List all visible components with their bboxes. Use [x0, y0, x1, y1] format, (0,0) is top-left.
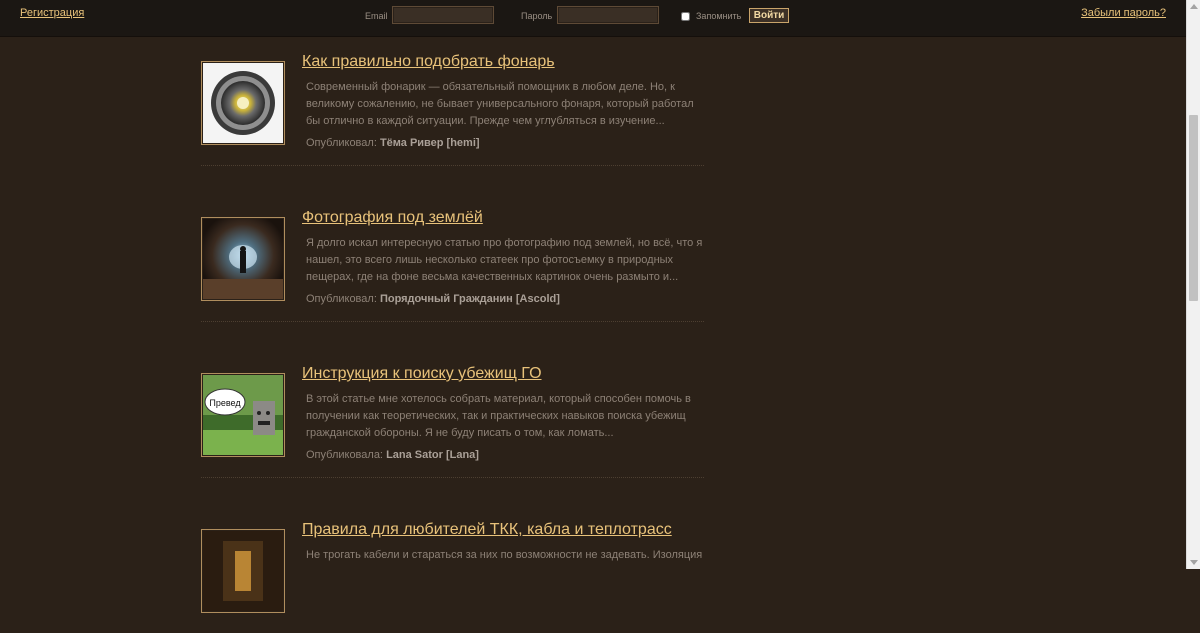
speech-bubble-text: Превед: [209, 398, 241, 408]
article-title-link[interactable]: Правила для любителей ТКК, кабла и тепло…: [302, 521, 672, 539]
article-excerpt: Я долго искал интересную статью про фото…: [306, 237, 703, 283]
login-button[interactable]: Войти: [749, 8, 789, 23]
article-title-link[interactable]: Инструкция к поиску убежищ ГО: [302, 365, 542, 383]
article-meta: Опубликовал: Тёма Ривер [hemi]: [306, 137, 480, 149]
article-item: Превед Инструкция к поиску убежищ ГО В э…: [201, 365, 704, 478]
author-name: Lana Sator [Lana]: [386, 449, 479, 461]
flashlight-icon[interactable]: [201, 61, 285, 145]
author-name: Порядочный Гражданин [Ascold]: [379, 293, 560, 305]
author-label: Опубликовала:: [306, 449, 383, 461]
author-label: Опубликовал:: [306, 293, 377, 305]
article-excerpt: Современный фонарик — обязательный помощ…: [306, 81, 694, 127]
remember-label: Запомнить: [696, 11, 742, 21]
scroll-down-arrow-icon[interactable]: [1190, 560, 1198, 565]
email-input[interactable]: [392, 6, 494, 24]
article-item: Фотография под землёй Я долго искал инте…: [201, 209, 704, 322]
preved-bear-icon[interactable]: Превед: [201, 373, 285, 457]
tunnel-photo-icon[interactable]: [201, 217, 285, 301]
scroll-up-arrow-icon[interactable]: [1190, 4, 1198, 9]
email-label: Email: [365, 11, 388, 21]
author-name: Тёма Ривер [hemi]: [379, 137, 480, 149]
remember-checkbox[interactable]: [681, 12, 690, 21]
article-meta: Опубликовала: Lana Sator [Lana]: [306, 449, 479, 461]
article-excerpt: В этой статье мне хотелось собрать матер…: [306, 393, 691, 439]
article-excerpt: Не трогать кабели и стараться за них по …: [306, 549, 703, 561]
forgot-password-link[interactable]: Забыли пароль?: [1081, 7, 1166, 19]
password-label: Пароль: [521, 11, 553, 21]
article-item: Как правильно подобрать фонарь Современн…: [201, 53, 704, 166]
article-meta: Опубликовал: Порядочный Гражданин [Ascol…: [306, 293, 560, 305]
register-link[interactable]: Регистрация: [20, 7, 84, 19]
author-label: Опубликовал:: [306, 137, 377, 149]
top-login-bar: Регистрация Email Пароль Запомнить Войти…: [0, 0, 1186, 37]
article-item: Правила для любителей ТКК, кабла и тепло…: [201, 521, 704, 633]
scrollbar-thumb[interactable]: [1189, 115, 1198, 301]
corridor-photo-icon[interactable]: [201, 529, 285, 613]
article-title-link[interactable]: Фотография под землёй: [302, 209, 483, 227]
scrollbar[interactable]: [1186, 0, 1200, 569]
article-title-link[interactable]: Как правильно подобрать фонарь: [302, 53, 555, 71]
password-input[interactable]: [557, 6, 659, 24]
